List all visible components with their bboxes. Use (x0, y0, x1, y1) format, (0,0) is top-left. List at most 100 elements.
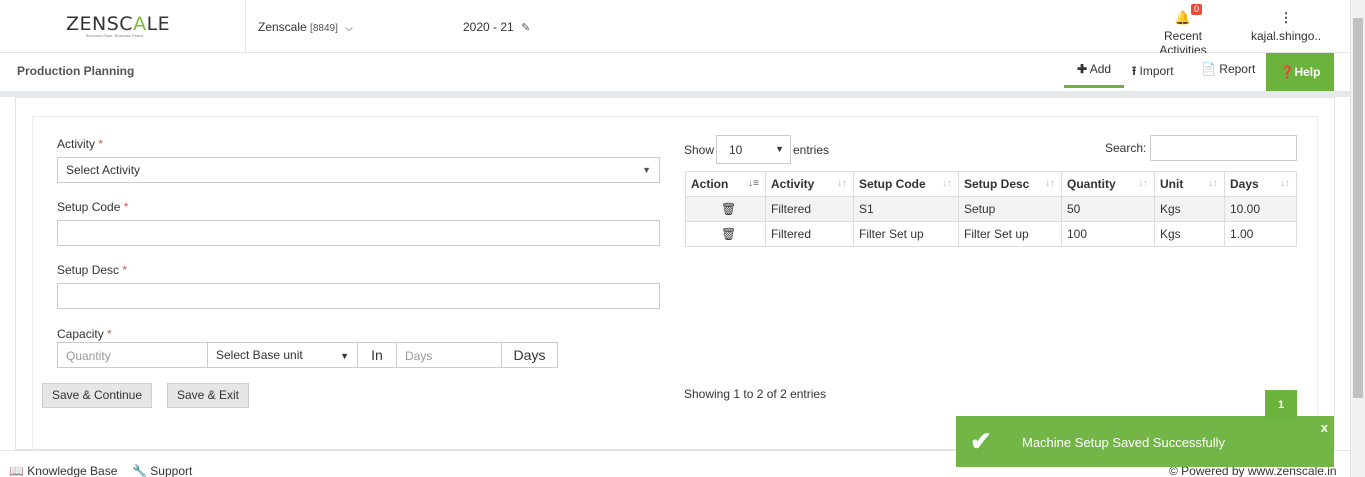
support-link[interactable]: 🔧 Support (132, 464, 192, 477)
required-mark: * (107, 327, 112, 341)
dropdown-arrow-icon: ▼ (642, 165, 651, 175)
import-label: Import (1139, 64, 1174, 78)
company-selector[interactable]: Zenscale [8849] ⌵ (258, 20, 353, 34)
activity-cell: Filtered (765, 196, 854, 222)
sort-icon: ↓↑ (1045, 178, 1055, 189)
scrollbar-thumb[interactable] (1353, 18, 1363, 398)
sort-asc-icon: ↓≡ (748, 178, 759, 189)
check-icon: ✔ (970, 426, 992, 456)
dropdown-arrow-icon: ▼ (775, 144, 784, 154)
save-exit-button[interactable]: Save & Exit (167, 383, 249, 408)
entries-label: entries (793, 143, 830, 157)
setup-code-cell: Filter Set up (853, 221, 959, 247)
sort-icon: ↓↑ (837, 178, 847, 189)
setup-code-cell: S1 (853, 196, 959, 222)
table-info: Showing 1 to 2 of 2 entries (684, 387, 827, 401)
setup-desc-cell: Setup (958, 196, 1062, 222)
user-name: kajal.shingo.. (1251, 29, 1322, 43)
add-button[interactable]: ✚ Add (1064, 62, 1124, 88)
unit-cell: Kgs (1154, 221, 1225, 247)
required-mark: * (98, 137, 104, 151)
setup-code-label: Setup Code * (57, 200, 128, 214)
column-title: Activity (771, 177, 815, 191)
column-header-activity[interactable]: Activity ↓↑ (765, 171, 854, 197)
close-icon[interactable]: x (1321, 420, 1328, 435)
page-title: Production Planning (17, 64, 135, 78)
in-addon: In (357, 342, 397, 368)
action-cell: 🗑 (685, 196, 766, 222)
report-label: Report (1219, 62, 1256, 76)
sort-icon: ↓↑ (1138, 178, 1148, 189)
knowledge-base-link[interactable]: 📖 Knowledge Base (9, 464, 117, 477)
sub-header: Production Planning ✚ Add ⭱ Import 📄 Rep… (0, 53, 1350, 91)
column-header-setup-code[interactable]: Setup Code ↓↑ (853, 171, 959, 197)
top-header: ZENSCALE Business Ease, Business Peace Z… (0, 0, 1350, 57)
chevron-down-icon: ⌵ (345, 23, 353, 34)
sort-icon: ↓↑ (1208, 178, 1218, 189)
table-row: 🗑 Filtered S1 Setup 50 Kgs 10.00 (685, 196, 1297, 222)
trash-icon[interactable]: 🗑 (721, 227, 736, 241)
capacity-label: Capacity * (57, 327, 112, 341)
save-continue-button[interactable]: Save & Continue (42, 383, 152, 408)
column-title: Days (1230, 177, 1259, 191)
dropdown-arrow-icon: ▼ (340, 351, 349, 361)
bell-icon: 🔔 (1174, 10, 1192, 25)
column-title: Quantity (1067, 177, 1116, 191)
recent-activities-button[interactable]: 🔔 0 Recent Activities (1140, 4, 1226, 57)
sort-icon: ↓↑ (942, 178, 952, 189)
user-menu[interactable]: ⋮ kajal.shingo.. (1251, 10, 1321, 43)
search-label: Search: (1105, 141, 1147, 155)
company-name: Zenscale (258, 20, 307, 34)
edit-icon[interactable]: ✎ (521, 22, 530, 34)
days-addon: Days (501, 342, 558, 368)
sort-icon: ↓↑ (1280, 178, 1290, 189)
column-header-days[interactable]: Days ↓↑ (1224, 171, 1297, 197)
setup-code-label-text: Setup Code (57, 200, 121, 214)
help-label: Help (1294, 65, 1321, 79)
activity-cell: Filtered (765, 221, 854, 247)
report-button[interactable]: 📄 Report (1201, 62, 1255, 76)
setup-table: Action ↓≡ Activity ↓↑ Setup Code ↓↑ Setup D… (685, 171, 1297, 247)
search-input[interactable] (1150, 135, 1297, 161)
page-size-value: 10 (729, 143, 743, 157)
page-size-select[interactable]: 10 ▼ (716, 135, 791, 164)
support-label: Support (150, 464, 193, 477)
scrollbar[interactable] (1350, 0, 1365, 477)
column-header-unit[interactable]: Unit ↓↑ (1154, 171, 1225, 197)
file-icon: 📄 (1201, 62, 1216, 76)
column-title: Setup Desc (964, 177, 1030, 191)
activity-select-value: Select Activity (66, 163, 141, 177)
days-cell: 10.00 (1224, 196, 1297, 222)
help-button[interactable]: ❓Help (1266, 53, 1334, 91)
add-label: Add (1089, 62, 1112, 76)
unit-cell: Kgs (1154, 196, 1225, 222)
activity-select[interactable]: Select Activity ▼ (57, 157, 660, 183)
quantity-input[interactable]: Quantity (57, 342, 208, 368)
quantity-cell: 50 (1061, 196, 1155, 222)
days-input[interactable]: Days (396, 342, 502, 368)
base-unit-value: Select Base unit (216, 348, 303, 362)
more-vertical-icon: ⋮ (1279, 10, 1293, 25)
setup-code-input[interactable] (57, 220, 660, 246)
setup-desc-input[interactable] (57, 283, 660, 309)
upload-icon: ⭱ (1132, 64, 1137, 78)
column-header-quantity[interactable]: Quantity ↓↑ (1061, 171, 1155, 197)
required-mark: * (123, 200, 129, 214)
column-header-setup-desc[interactable]: Setup Desc ↓↑ (958, 171, 1062, 197)
trash-icon[interactable]: 🗑 (721, 202, 736, 216)
wrench-icon: 🔧 (132, 464, 147, 477)
column-header-action[interactable]: Action ↓≡ (685, 171, 766, 197)
base-unit-select[interactable]: Select Base unit ▼ (207, 342, 358, 368)
column-title: Setup Code (859, 177, 926, 191)
setup-desc-label: Setup Desc * (57, 263, 127, 277)
import-button[interactable]: ⭱ Import (1132, 62, 1174, 83)
column-title: Unit (1160, 177, 1184, 191)
success-toast: ✔ Machine Setup Saved Successfully x (956, 416, 1334, 467)
quantity-placeholder: Quantity (66, 349, 111, 363)
fiscal-year-selector[interactable]: 2020 - 21 ✎ (463, 20, 530, 34)
setup-desc-cell: Filter Set up (958, 221, 1062, 247)
action-cell: 🗑 (685, 221, 766, 247)
logo[interactable]: ZENSCALE Business Ease, Business Peace (0, 0, 246, 53)
notification-badge: 0 (1191, 4, 1203, 15)
question-icon: ❓ (1279, 65, 1295, 79)
